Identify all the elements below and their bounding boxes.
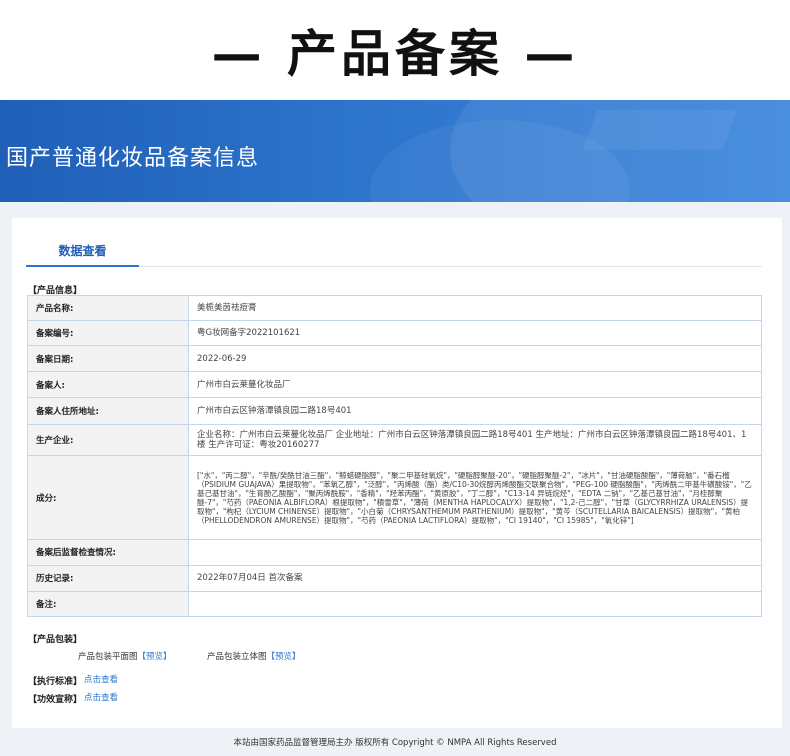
packaging-solid-item: 产品包装立体图【预览】 bbox=[207, 650, 301, 662]
field-value bbox=[188, 538, 762, 566]
field-value: 粤G妆网备字2022101621 bbox=[188, 320, 762, 347]
page-heading-text: — 产品备案 — bbox=[211, 25, 579, 83]
table-row: 备案编号: 粤G妆网备字2022101621 bbox=[27, 320, 762, 347]
section-label-efficacy: 【功效宣称】 bbox=[28, 695, 83, 705]
standard-view-link[interactable]: 点击查看 bbox=[84, 673, 118, 685]
tab-bar: 数据查看 bbox=[26, 236, 762, 267]
efficacy-view-link[interactable]: 点击查看 bbox=[84, 691, 118, 703]
footer-text: 本站由国家药品监督管理局主办 版权所有 Copyright © NMPA All… bbox=[233, 738, 557, 748]
table-row: 备案人住所地址: 广州市白云区钟落潭镇良园二路18号401 bbox=[27, 397, 762, 426]
table-row: 备注: bbox=[27, 590, 762, 618]
field-label: 备注: bbox=[27, 590, 189, 618]
table-row: 成分: ["水"，"丙二醇"，"辛酰/癸酰甘油三酯"，"鲸蜡硬脂醇"，"聚二甲基… bbox=[27, 455, 762, 540]
preview-flat-link[interactable]: 【预览】 bbox=[138, 652, 172, 662]
field-value: 美栀美茵祛痘膏 bbox=[188, 294, 762, 322]
field-value: 广州市白云莱蔓化妆品厂 bbox=[188, 371, 762, 399]
banner-decoration bbox=[582, 110, 738, 150]
field-value: 企业名称：广州市白云莱蔓化妆品厂 企业地址：广州市白云区钟落潭镇良园二路18号4… bbox=[188, 424, 762, 457]
page-heading: — 产品备案 — bbox=[0, 0, 790, 100]
field-value bbox=[188, 590, 762, 618]
tab-data-view[interactable]: 数据查看 bbox=[26, 236, 139, 267]
product-info-table: 产品名称: 美栀美茵祛痘膏 备案编号: 粤G妆网备字2022101621 备案日… bbox=[27, 294, 762, 618]
field-label: 备案人: bbox=[27, 371, 189, 399]
field-label: 备案编号: bbox=[27, 320, 189, 347]
field-label: 生产企业: bbox=[27, 424, 189, 457]
field-value: 2022年07月04日 首次备案 bbox=[188, 564, 762, 592]
field-label: 历史记录: bbox=[27, 564, 189, 592]
section-label-packaging: 【产品包装】 bbox=[28, 635, 83, 645]
packaging-flat-item: 产品包装平面图【预览】 bbox=[78, 650, 172, 662]
field-value: 广州市白云区钟落潭镇良园二路18号401 bbox=[188, 397, 762, 426]
table-row: 备案人: 广州市白云莱蔓化妆品厂 bbox=[27, 371, 762, 399]
table-row: 备案后监督检查情况: bbox=[27, 538, 762, 566]
field-label: 产品名称: bbox=[27, 294, 189, 322]
packaging-flat-label: 产品包装平面图 bbox=[78, 652, 138, 662]
field-label: 备案后监督检查情况: bbox=[27, 538, 189, 566]
field-label: 备案人住所地址: bbox=[27, 397, 189, 426]
table-row: 生产企业: 企业名称：广州市白云莱蔓化妆品厂 企业地址：广州市白云区钟落潭镇良园… bbox=[27, 424, 762, 457]
table-row: 历史记录: 2022年07月04日 首次备案 bbox=[27, 564, 762, 592]
field-label: 备案日期: bbox=[27, 345, 189, 373]
page-footer: 本站由国家药品监督管理局主办 版权所有 Copyright © NMPA All… bbox=[0, 728, 790, 756]
tab-label: 数据查看 bbox=[58, 244, 107, 258]
header-banner: 国产普通化妆品备案信息 bbox=[0, 100, 790, 202]
table-row: 备案日期: 2022-06-29 bbox=[27, 345, 762, 373]
preview-solid-link[interactable]: 【预览】 bbox=[267, 652, 301, 662]
field-value: ["水"，"丙二醇"，"辛酰/癸酰甘油三酯"，"鲸蜡硬脂醇"，"聚二甲基硅氧烷"… bbox=[188, 455, 762, 540]
table-row: 产品名称: 美栀美茵祛痘膏 bbox=[27, 294, 762, 322]
banner-title: 国产普通化妆品备案信息 bbox=[6, 146, 260, 171]
field-label: 成分: bbox=[27, 455, 189, 540]
field-value: 2022-06-29 bbox=[188, 345, 762, 373]
packaging-solid-label: 产品包装立体图 bbox=[207, 652, 267, 662]
section-label-standard: 【执行标准】 bbox=[28, 677, 83, 687]
